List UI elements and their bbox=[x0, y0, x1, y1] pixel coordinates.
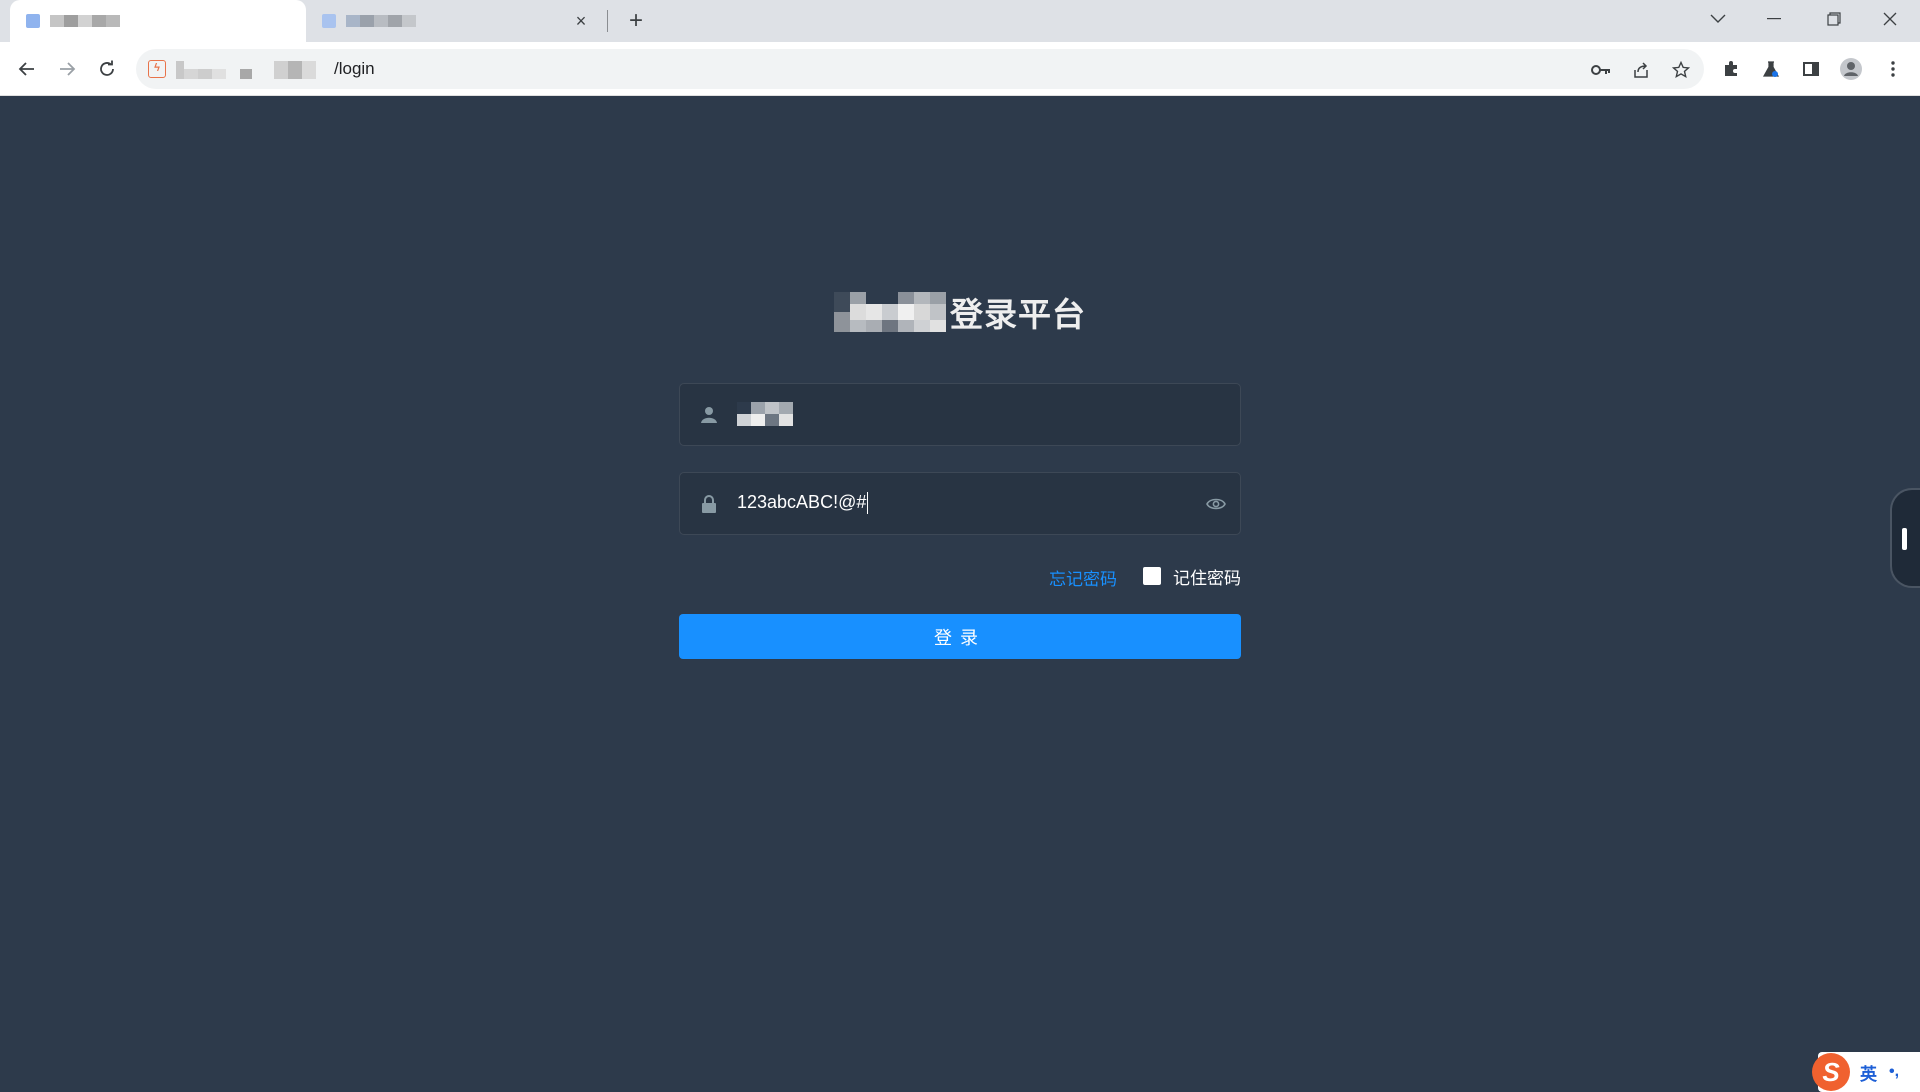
tab-close-icon[interactable]: × bbox=[570, 10, 592, 32]
tab-favicon-icon bbox=[322, 14, 336, 28]
tab-favicon-icon bbox=[26, 14, 40, 28]
sogou-ime-logo-icon: S bbox=[1812, 1053, 1850, 1091]
side-drawer-handle[interactable] bbox=[1890, 488, 1920, 588]
handle-grip-icon bbox=[1902, 528, 1907, 550]
reload-button[interactable] bbox=[92, 54, 122, 84]
user-icon bbox=[698, 404, 720, 426]
tab-separator bbox=[607, 10, 608, 32]
profile-avatar-icon[interactable] bbox=[1838, 56, 1864, 82]
ime-punctuation-indicator[interactable]: •, bbox=[1889, 1063, 1899, 1081]
login-title-text: 登录平台 bbox=[950, 296, 1086, 333]
show-password-eye-icon[interactable] bbox=[1204, 492, 1228, 516]
login-title: 登录平台 bbox=[0, 288, 1920, 340]
site-info-icon[interactable]: ϟ bbox=[148, 60, 166, 78]
browser-toolbar: ϟ /login bbox=[0, 42, 1920, 96]
back-button[interactable] bbox=[12, 54, 42, 84]
login-button[interactable]: 登录 bbox=[679, 614, 1241, 659]
url-host-redacted bbox=[176, 61, 316, 79]
forgot-password-link[interactable]: 忘记密码 bbox=[1049, 565, 1117, 590]
password-key-icon[interactable] bbox=[1590, 59, 1612, 81]
login-page: 登录平台 123abcABC!@# 忘记密码 记住密码 登录 S 英 •, bbox=[0, 96, 1920, 1092]
browser-tab-inactive[interactable]: × bbox=[306, 0, 606, 42]
forward-button[interactable] bbox=[52, 54, 82, 84]
tab-title-redacted bbox=[346, 15, 416, 27]
remember-checkbox-box[interactable] bbox=[1143, 567, 1161, 585]
browser-tab-active[interactable] bbox=[10, 0, 306, 42]
close-window-button[interactable] bbox=[1862, 0, 1918, 38]
address-bar[interactable]: ϟ /login bbox=[136, 49, 1704, 89]
login-options: 忘记密码 记住密码 bbox=[679, 562, 1241, 590]
username-field[interactable] bbox=[679, 383, 1241, 446]
password-input[interactable]: 123abcABC!@# bbox=[737, 492, 869, 515]
labs-flask-icon[interactable] bbox=[1758, 56, 1784, 82]
remember-password-label: 记住密码 bbox=[1173, 568, 1241, 588]
ime-language-indicator[interactable]: 英 bbox=[1860, 1060, 1877, 1085]
browser-menu-icon[interactable] bbox=[1880, 56, 1906, 82]
minimize-button[interactable] bbox=[1746, 0, 1802, 38]
side-panel-icon[interactable] bbox=[1798, 56, 1824, 82]
bookmark-star-icon[interactable] bbox=[1670, 59, 1692, 81]
username-value-redacted bbox=[737, 402, 793, 426]
share-icon[interactable] bbox=[1630, 59, 1652, 81]
extensions-puzzle-icon[interactable] bbox=[1718, 56, 1744, 82]
text-caret bbox=[867, 492, 869, 515]
new-tab-button[interactable]: + bbox=[622, 8, 650, 36]
url-path: /login bbox=[334, 59, 375, 78]
tab-title-redacted bbox=[50, 15, 120, 27]
lock-icon bbox=[698, 493, 720, 515]
ime-status-bar[interactable]: S 英 •, bbox=[1812, 1052, 1920, 1092]
tab-search-dropdown-icon[interactable] bbox=[1690, 0, 1746, 38]
restore-button[interactable] bbox=[1806, 0, 1862, 38]
title-prefix-redacted bbox=[834, 292, 946, 332]
remember-password-checkbox[interactable]: 记住密码 bbox=[1143, 562, 1241, 590]
password-field[interactable]: 123abcABC!@# bbox=[679, 472, 1241, 535]
tab-strip: × + bbox=[0, 0, 1920, 42]
